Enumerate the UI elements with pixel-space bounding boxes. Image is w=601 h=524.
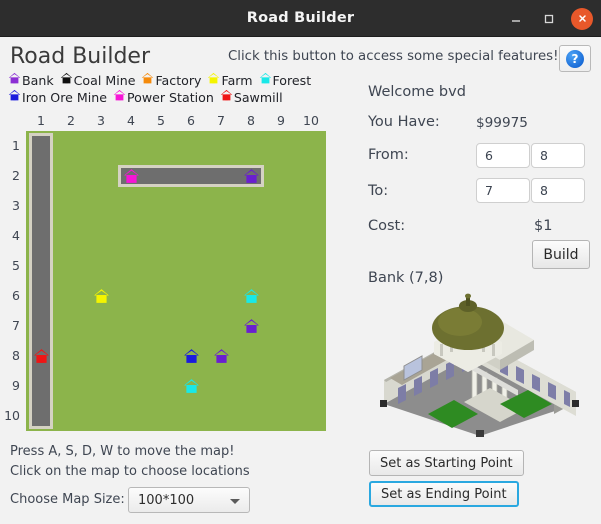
legend-item-label: Farm xyxy=(221,72,253,88)
close-icon[interactable] xyxy=(571,7,593,30)
map-building-forest[interactable] xyxy=(236,281,266,311)
title-bar: Road Builder xyxy=(0,0,601,37)
map-building-power-station[interactable] xyxy=(116,161,146,191)
legend-item-power-station: Power Station xyxy=(113,89,214,106)
legend-row-2: Iron Ore Mine Power Station Sawmill xyxy=(8,89,338,106)
map-building-forest[interactable] xyxy=(176,371,206,401)
map-building-sawmill[interactable] xyxy=(26,341,56,371)
legend-item-label: Sawmill xyxy=(233,89,283,105)
map-row-header: 6 xyxy=(12,288,20,303)
house-icon xyxy=(207,72,220,89)
house-icon xyxy=(220,89,233,106)
map-size-label: Choose Map Size: xyxy=(10,492,125,507)
map-building-bank[interactable] xyxy=(236,161,266,191)
legend-item-label: Coal Mine xyxy=(73,72,136,88)
map-row-header: 9 xyxy=(12,378,20,393)
hint-move-map: Press A, S, D, W to move the map! xyxy=(10,444,235,459)
legend-item-sawmill: Sawmill xyxy=(220,89,283,106)
bank-building-image xyxy=(368,292,590,440)
set-ending-point-button[interactable]: Set as Ending Point xyxy=(369,481,519,507)
from-y-input[interactable] xyxy=(531,143,585,168)
map-row-header: 8 xyxy=(12,348,20,363)
maximize-icon[interactable] xyxy=(538,8,560,30)
map-row-header: 5 xyxy=(12,258,20,273)
selected-building-label: Bank (7,8) xyxy=(368,270,444,286)
legend-item-label: Bank xyxy=(22,72,54,88)
question-mark-icon: ? xyxy=(566,49,584,68)
map-size-select[interactable]: 100*100 xyxy=(128,487,250,513)
map-column-header: 7 xyxy=(217,113,225,128)
map-column-header: 10 xyxy=(303,113,319,128)
build-button[interactable]: Build xyxy=(532,240,590,269)
map-column-header: 8 xyxy=(247,113,255,128)
map-column-header: 3 xyxy=(97,113,105,128)
cost-label: Cost: xyxy=(368,218,406,234)
welcome-text: Welcome bvd xyxy=(368,84,466,100)
chevron-down-icon xyxy=(230,499,240,504)
legend-item-label: Iron Ore Mine xyxy=(22,89,107,105)
map-row-header: 2 xyxy=(12,168,20,183)
house-icon xyxy=(113,89,126,106)
legend-item-iron-ore-mine: Iron Ore Mine xyxy=(8,89,107,106)
to-y-input[interactable] xyxy=(531,178,585,203)
map-row-header: 3 xyxy=(12,198,20,213)
legend-item-bank: Bank xyxy=(8,72,54,89)
map-column-header: 9 xyxy=(277,113,285,128)
legend-item-label: Factory xyxy=(155,72,202,88)
map-building-bank[interactable] xyxy=(236,311,266,341)
map-column-header: 2 xyxy=(67,113,75,128)
map-column-header: 1 xyxy=(37,113,45,128)
to-x-input[interactable] xyxy=(476,178,530,203)
balance-label: You Have: xyxy=(368,114,440,130)
map-grid[interactable] xyxy=(26,131,326,431)
legend-item-coal-mine: Coal Mine xyxy=(60,72,136,89)
map-row-header: 7 xyxy=(12,318,20,333)
to-label: To: xyxy=(368,183,389,199)
house-icon xyxy=(60,72,73,89)
legend-item-forest: Forest xyxy=(259,72,312,89)
legend-item-farm: Farm xyxy=(207,72,253,89)
balance-value: $99975 xyxy=(476,115,528,131)
map-row-header: 4 xyxy=(12,228,20,243)
map-column-headers: 1 2 3 4 5 6 7 8 9 10 xyxy=(26,112,326,130)
from-label: From: xyxy=(368,147,409,163)
set-starting-point-button[interactable]: Set as Starting Point xyxy=(369,450,524,476)
map-column-header: 5 xyxy=(157,113,165,128)
legend-item-factory: Factory xyxy=(141,72,201,89)
map-area[interactable]: 1 2 3 4 5 6 7 8 9 10 1 2 3 4 5 6 7 8 9 10 xyxy=(0,112,340,434)
cost-value: $1 xyxy=(534,218,553,234)
map-column-header: 4 xyxy=(127,113,135,128)
road-segment-vertical[interactable] xyxy=(29,133,53,429)
house-icon xyxy=(259,72,272,89)
map-building-iron-ore-mine[interactable] xyxy=(176,341,206,371)
map-row-header: 10 xyxy=(4,408,20,423)
help-button[interactable]: ? xyxy=(559,45,591,72)
legend-item-label: Power Station xyxy=(126,89,214,105)
map-size-value: 100*100 xyxy=(138,492,195,508)
minimize-icon[interactable] xyxy=(505,8,527,30)
app-window: Road Builder Road Builder Click this but… xyxy=(0,0,601,524)
legend-item-label: Forest xyxy=(272,72,312,88)
map-building-farm[interactable] xyxy=(86,281,116,311)
house-icon xyxy=(141,72,154,89)
hint-click-map: Click on the map to choose locations xyxy=(10,464,250,479)
map-row-headers: 1 2 3 4 5 6 7 8 9 10 xyxy=(0,131,24,431)
legend-row-1: Bank Coal Mine Factory Farm Forest xyxy=(8,72,338,89)
help-hint-text: Click this button to access some special… xyxy=(228,49,559,64)
window-controls xyxy=(505,0,593,37)
from-x-input[interactable] xyxy=(476,143,530,168)
house-icon xyxy=(8,89,21,106)
house-icon xyxy=(8,72,21,89)
page-title: Road Builder xyxy=(10,44,151,69)
map-row-header: 1 xyxy=(12,138,20,153)
map-column-header: 6 xyxy=(187,113,195,128)
legend: Bank Coal Mine Factory Farm Forest Iron Ore … xyxy=(8,72,338,106)
map-building-bank[interactable] xyxy=(206,341,236,371)
